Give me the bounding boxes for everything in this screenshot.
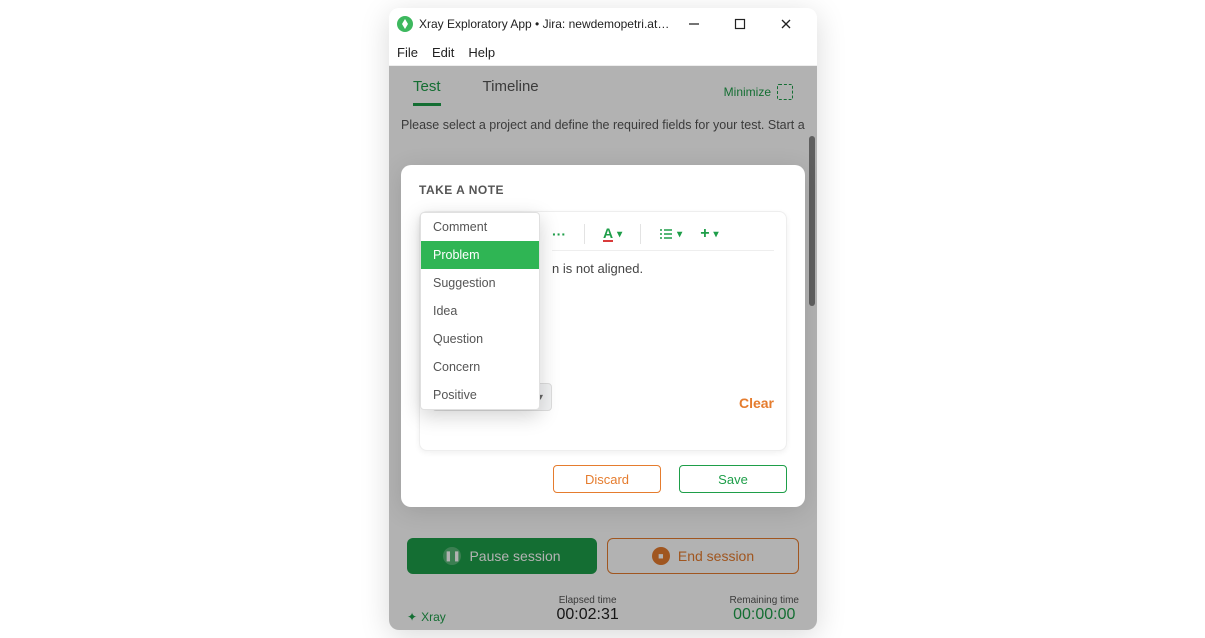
window-close-button[interactable]: [763, 9, 809, 39]
toolbar-text-color-button[interactable]: A ▾: [603, 226, 622, 242]
chevron-down-icon: ▾: [714, 229, 719, 240]
dropdown-option-question[interactable]: Question: [421, 325, 539, 353]
dropdown-option-comment[interactable]: Comment: [421, 213, 539, 241]
dropdown-option-concern[interactable]: Concern: [421, 353, 539, 381]
take-note-modal: TAKE A NOTE Comment Problem Suggestion I…: [401, 165, 805, 507]
dropdown-option-problem[interactable]: Problem: [421, 241, 539, 269]
toolbar-separator: [640, 224, 641, 244]
menu-edit[interactable]: Edit: [432, 45, 454, 60]
dropdown-option-suggestion[interactable]: Suggestion: [421, 269, 539, 297]
discard-button[interactable]: Discard: [553, 465, 661, 493]
menu-bar: File Edit Help: [389, 40, 817, 66]
menu-file[interactable]: File: [397, 45, 418, 60]
dropdown-option-idea[interactable]: Idea: [421, 297, 539, 325]
app-window: Xray Exploratory App • Jira: newdemopetr…: [389, 8, 817, 630]
chevron-down-icon: ▾: [677, 229, 682, 240]
chevron-down-icon: ▾: [617, 229, 622, 240]
note-type-dropdown[interactable]: Comment Problem Suggestion Idea Question…: [420, 212, 540, 410]
content-area: Test Timeline Minimize Please select a p…: [389, 66, 817, 630]
editor-toolbar: ··· A ▾ ▾ + ▾: [552, 222, 774, 251]
title-bar: Xray Exploratory App • Jira: newdemopetr…: [389, 8, 817, 40]
toolbar-list-button[interactable]: ▾: [659, 227, 682, 241]
modal-title: TAKE A NOTE: [419, 183, 787, 197]
toolbar-separator: [584, 224, 585, 244]
dropdown-option-positive[interactable]: Positive: [421, 381, 539, 409]
app-logo-icon: [397, 16, 413, 32]
menu-help[interactable]: Help: [468, 45, 495, 60]
window-maximize-button[interactable]: [717, 9, 763, 39]
modal-actions: Discard Save: [419, 465, 787, 493]
window-title: Xray Exploratory App • Jira: newdemopetr…: [419, 17, 671, 31]
clear-button[interactable]: Clear: [739, 395, 774, 411]
note-card: Comment Problem Suggestion Idea Question…: [419, 211, 787, 451]
window-minimize-button[interactable]: [671, 9, 717, 39]
list-icon: [659, 227, 673, 241]
toolbar-more-button[interactable]: ···: [552, 226, 566, 242]
toolbar-add-button[interactable]: + ▾: [700, 225, 718, 243]
save-button[interactable]: Save: [679, 465, 787, 493]
